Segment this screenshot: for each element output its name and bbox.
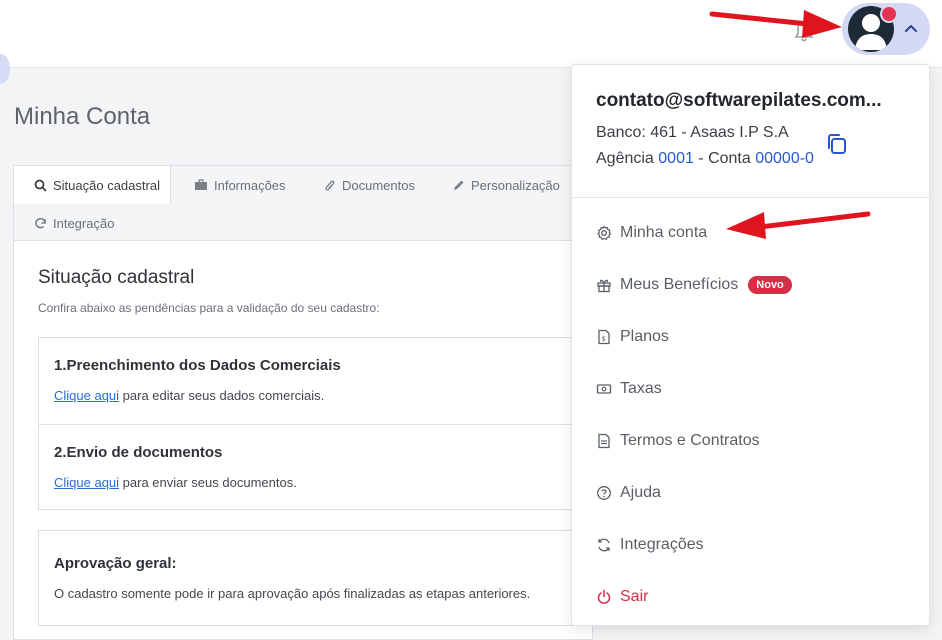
- menu-item-label: Termos e Contratos: [620, 432, 760, 449]
- agency-number: 0001: [658, 150, 694, 167]
- tab-label: Situação cadastral: [53, 177, 160, 193]
- menu-item-label: Meus Benefícios: [620, 276, 739, 293]
- step-description: Clique aqui para editar seus dados comer…: [54, 388, 324, 403]
- menu-item-label: Minha conta: [620, 224, 708, 241]
- bank-info: Banco: 461 - Asaas I.P S.A: [596, 124, 789, 141]
- tab-label: Integração: [53, 215, 115, 231]
- account-label: - Conta: [693, 150, 756, 167]
- annotation-arrow-minha-conta: [726, 211, 871, 239]
- menu-item-taxas[interactable]: Taxas: [596, 374, 662, 404]
- gear-icon: [597, 225, 612, 241]
- tab-documentos[interactable]: Documentos: [304, 166, 429, 204]
- registration-status-panel: Situação cadastral Confira abaixo as pen…: [13, 240, 598, 640]
- section-subtitle: Confira abaixo as pendências para a vali…: [38, 301, 380, 315]
- menu-item-label: Taxas: [620, 380, 662, 397]
- menu-item-label: Planos: [620, 328, 669, 345]
- tab-integracao[interactable]: Integração: [14, 204, 134, 242]
- search-icon: [34, 179, 47, 192]
- pending-steps-list: 1.Preenchimento dos Dados Comerciais Cli…: [38, 337, 598, 510]
- menu-divider: [572, 197, 929, 198]
- approval-title: Aprovação geral:: [54, 555, 177, 572]
- power-icon: [597, 589, 611, 604]
- menu-item-planos[interactable]: $ Planos: [596, 322, 669, 352]
- help-circle-icon: [597, 486, 611, 500]
- document-dollar-icon: $: [598, 329, 610, 345]
- new-badge: Novo: [748, 276, 792, 294]
- pencil-icon: [454, 180, 464, 190]
- step-description: Clique aqui para enviar seus documentos.: [54, 475, 297, 490]
- tab-situacao-cadastral[interactable]: Situação cadastral: [14, 166, 171, 204]
- copy-icon[interactable]: [824, 131, 850, 157]
- step-title: 1.Preenchimento dos Dados Comerciais: [54, 357, 341, 374]
- menu-item-ajuda[interactable]: Ajuda: [596, 478, 661, 508]
- menu-item-minha-conta[interactable]: Minha conta: [596, 218, 707, 248]
- section-title: Situação cadastral: [38, 267, 195, 288]
- tab-informacoes[interactable]: Informações: [174, 166, 302, 204]
- tab-label: Documentos: [342, 177, 415, 193]
- menu-item-termos-contratos[interactable]: Termos e Contratos: [596, 426, 760, 456]
- click-here-link[interactable]: Clique aqui: [54, 388, 119, 403]
- general-approval-box: Aprovação geral: O cadastro somente pode…: [38, 530, 598, 626]
- step-text: para enviar seus documentos.: [119, 475, 297, 490]
- chevron-up-icon[interactable]: [902, 19, 920, 37]
- tab-label: Informações: [214, 177, 286, 193]
- notification-dot: [880, 5, 898, 23]
- step-text: para editar seus dados comerciais.: [119, 388, 325, 403]
- annotation-arrow-avatar: [709, 10, 842, 38]
- menu-item-meus-beneficios[interactable]: Meus Benefícios Novo: [596, 270, 792, 300]
- approval-text: O cadastro somente pode ir para aprovaçã…: [54, 586, 531, 601]
- sidebar-toggle-handle[interactable]: [0, 54, 10, 84]
- menu-item-integracoes[interactable]: Integrações: [596, 530, 704, 560]
- tab-personalizacao[interactable]: Personalização: [432, 166, 582, 204]
- tab-bar: Situação cadastral Informações Documento…: [13, 165, 593, 241]
- account-email: contato@softwarepilates.com...: [596, 90, 882, 111]
- tab-label: Personalização: [471, 177, 560, 193]
- paperclip-icon: [325, 180, 335, 191]
- svg-text:$: $: [601, 335, 605, 343]
- briefcase-icon: [195, 179, 207, 190]
- page-title: Minha Conta: [14, 103, 151, 130]
- money-icon: [596, 384, 612, 394]
- menu-item-label: Integrações: [620, 536, 704, 553]
- step-documents: 2.Envio de documentos Clique aqui para e…: [39, 424, 597, 510]
- agency-account-info: Agência 0001 - Conta 00000-0: [596, 150, 814, 168]
- agency-label: Agência: [596, 150, 659, 167]
- step-commercial-data: 1.Preenchimento dos Dados Comerciais Cli…: [39, 338, 597, 424]
- menu-item-label: Sair: [620, 588, 649, 605]
- click-here-link[interactable]: Clique aqui: [54, 475, 119, 490]
- menu-item-sair[interactable]: Sair: [596, 582, 648, 612]
- step-title: 2.Envio de documentos: [54, 444, 223, 461]
- user-menu-toggle[interactable]: [842, 3, 930, 55]
- sync-icon: [598, 538, 610, 552]
- gift-icon: [597, 279, 611, 293]
- menu-item-label: Ajuda: [620, 484, 661, 501]
- user-dropdown-menu: contato@softwarepilates.com... Banco: 46…: [571, 64, 930, 626]
- refresh-icon: [35, 217, 46, 228]
- account-number: 00000-0: [755, 150, 814, 167]
- document-icon: [598, 433, 610, 449]
